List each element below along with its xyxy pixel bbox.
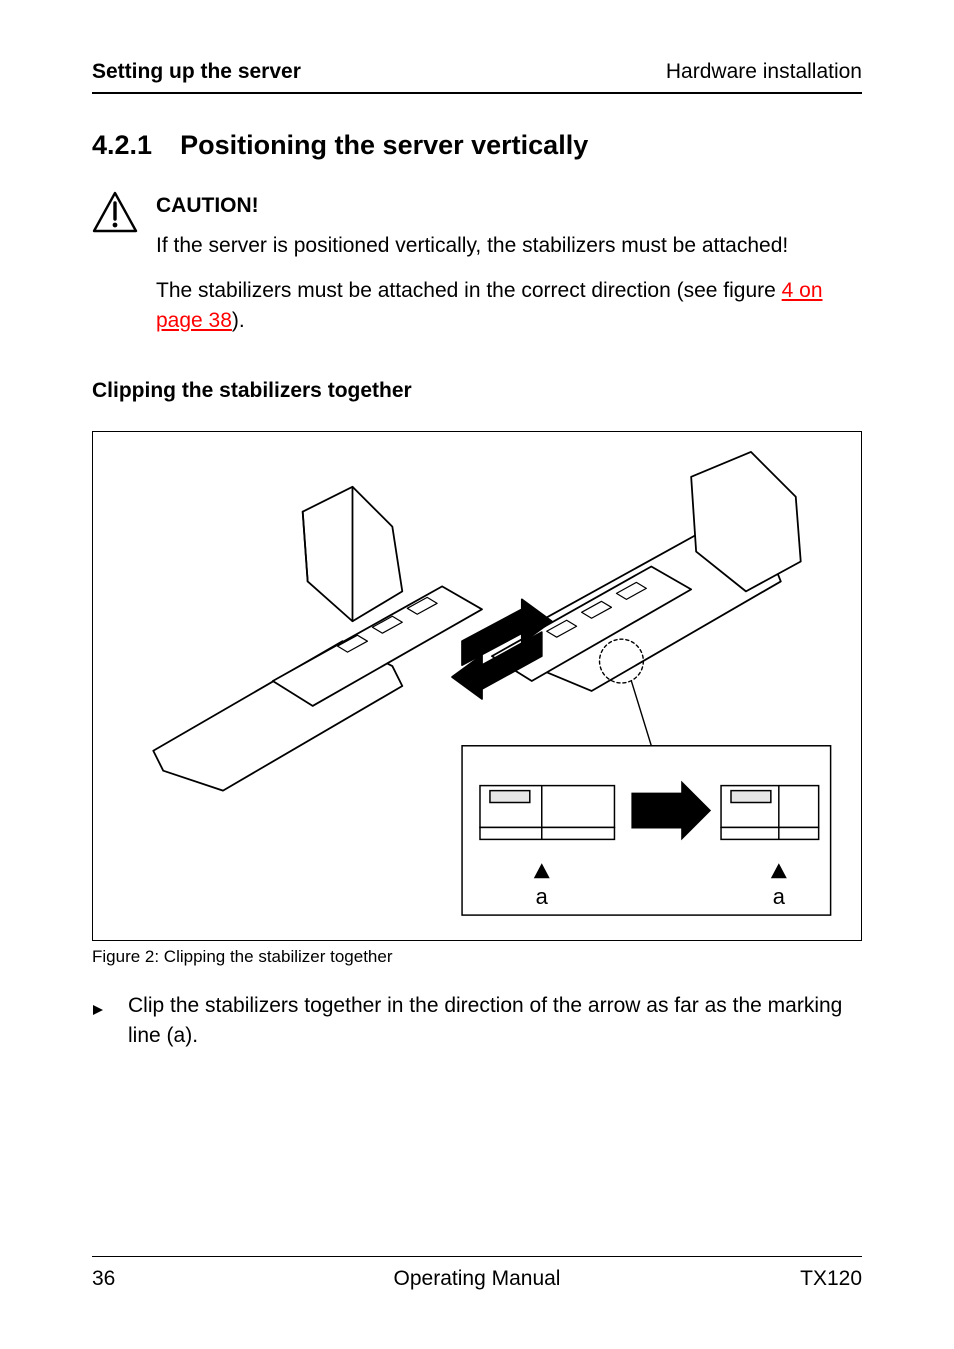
caution-block: CAUTION! If the server is positioned ver…: [92, 191, 862, 351]
section-title-text: Positioning the server vertically: [180, 130, 588, 161]
section-heading: 4.2.1 Positioning the server vertically: [92, 130, 862, 161]
figure-caption: Figure 2: Clipping the stabilizer togeth…: [92, 947, 862, 967]
running-header: Setting up the server Hardware installat…: [92, 60, 862, 92]
page: Setting up the server Hardware installat…: [0, 0, 954, 1349]
caution-para-2: The stabilizers must be attached in the …: [156, 276, 862, 337]
footer-rule: [92, 1256, 862, 1257]
step-item: Clip the stabilizers together in the dir…: [92, 991, 862, 1052]
figure-box: a a: [92, 431, 862, 941]
caution-label: CAUTION!: [156, 191, 862, 221]
footer-right: TX120: [800, 1267, 862, 1291]
caution-para-2-suffix: ).: [232, 309, 245, 332]
caution-icon: [92, 191, 138, 351]
footer-center: Operating Manual: [394, 1267, 561, 1291]
step-bullet-icon: [92, 991, 110, 1052]
inset-label-a-right: a: [773, 884, 786, 909]
caution-para-1: If the server is positioned vertically, …: [156, 231, 862, 261]
section-number: 4.2.1: [92, 130, 152, 161]
inset-label-a-left: a: [536, 884, 549, 909]
step-text: Clip the stabilizers together in the dir…: [128, 991, 862, 1052]
figure-illustration: a a: [93, 432, 861, 940]
running-footer: 36 Operating Manual TX120: [92, 1267, 862, 1291]
caution-body: CAUTION! If the server is positioned ver…: [156, 191, 862, 351]
caution-para-2-prefix: The stabilizers must be attached in the …: [156, 279, 782, 302]
figure-inset: a a: [462, 746, 831, 915]
header-right: Hardware installation: [666, 60, 862, 84]
step-list: Clip the stabilizers together in the dir…: [92, 991, 862, 1052]
header-left: Setting up the server: [92, 60, 301, 84]
header-rule: [92, 92, 862, 94]
footer-page-number: 36: [92, 1267, 115, 1291]
subheading: Clipping the stabilizers together: [92, 379, 862, 403]
